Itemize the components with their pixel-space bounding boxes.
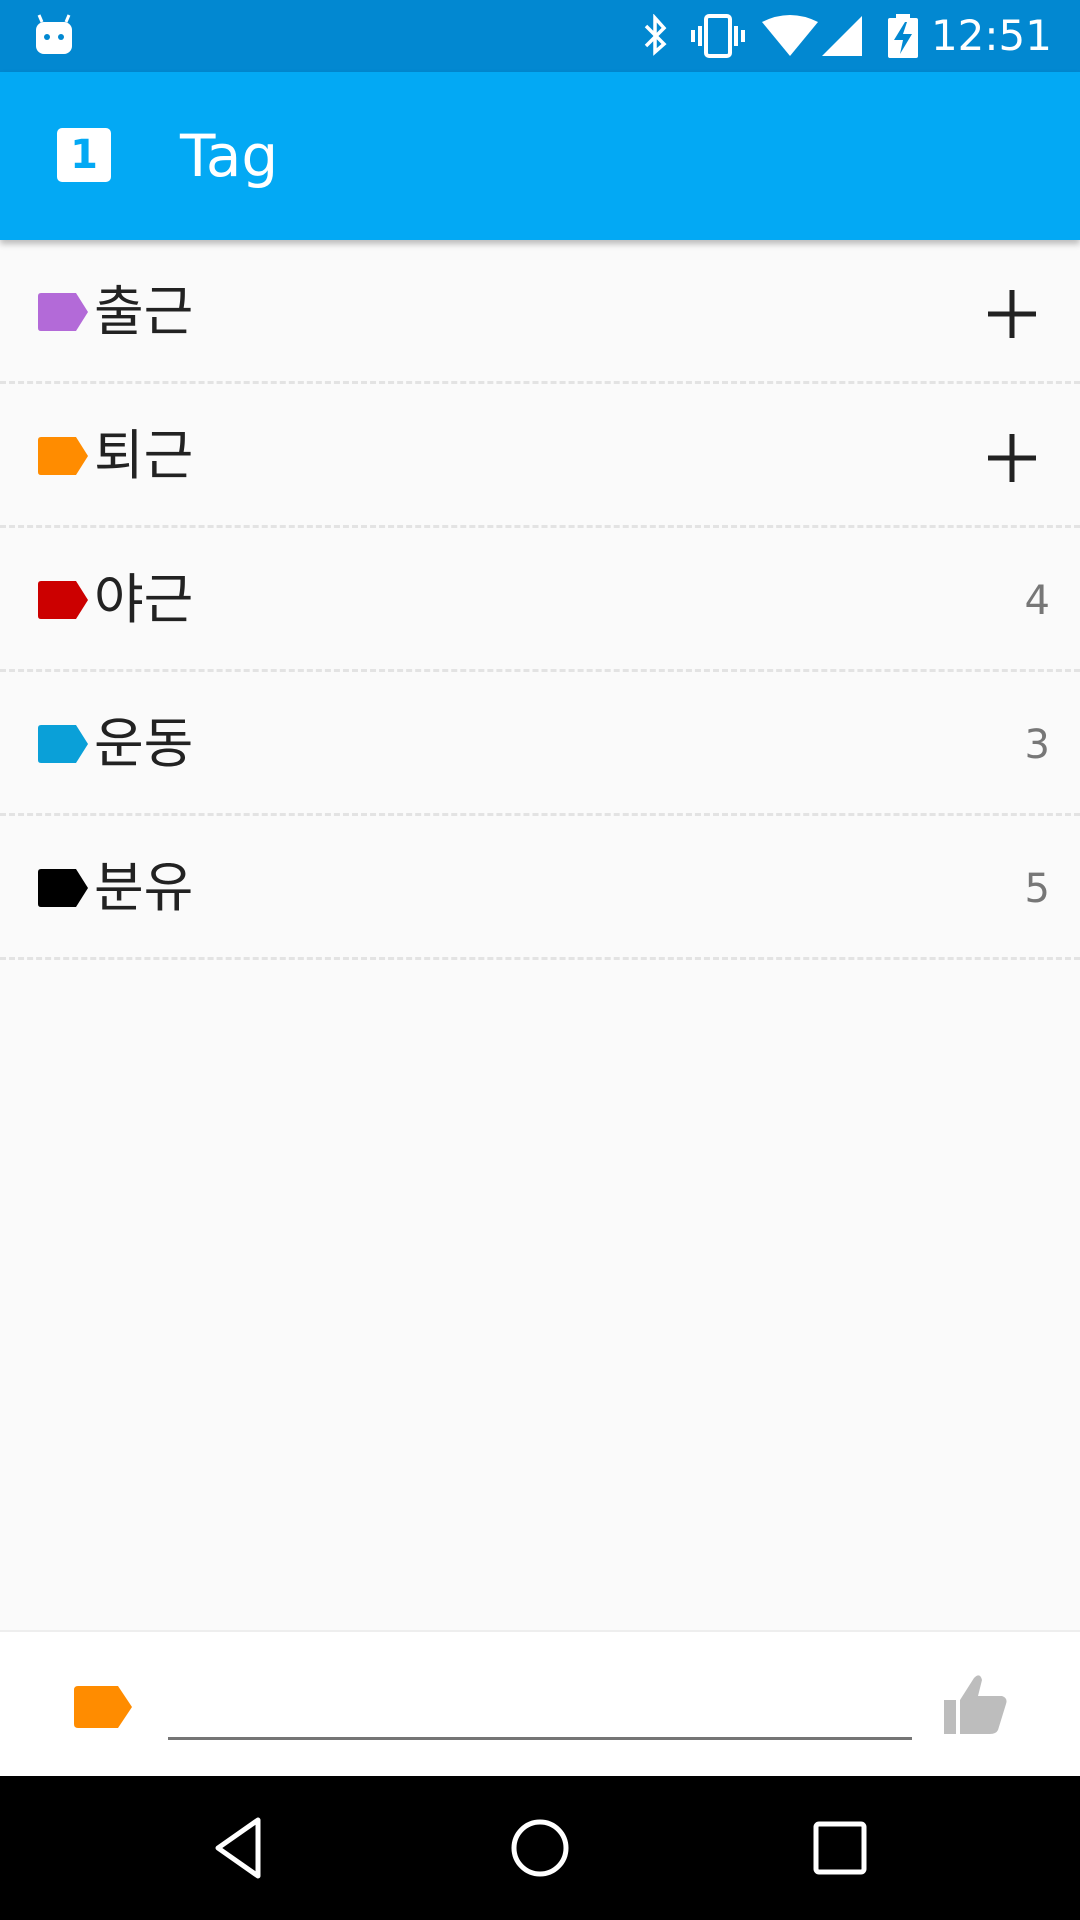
home-icon[interactable] (504, 1812, 576, 1884)
tag-icon (38, 725, 88, 763)
tag-icon (38, 581, 88, 619)
tag-row[interactable]: 분유 5 (0, 816, 1080, 960)
tag-row[interactable]: 운동 3 (0, 672, 1080, 816)
signal-icon (822, 16, 862, 56)
system-nav-bar (0, 1776, 1080, 1920)
battery-charging-icon (888, 14, 918, 58)
vibrate-icon (691, 14, 745, 58)
tag-list: 출근 퇴근 야근 4 운동 3 분유 5 (0, 240, 1080, 960)
back-icon[interactable] (204, 1812, 276, 1884)
status-clock: 12:51 (930, 11, 1052, 60)
page-title: Tag (180, 122, 279, 190)
tag-icon (38, 437, 88, 475)
tag-name: 운동 (94, 712, 194, 775)
tag-count: 4 (1024, 578, 1050, 624)
tag-count: 3 (1024, 722, 1050, 768)
tag-row[interactable]: 퇴근 (0, 384, 1080, 528)
tag-icon (38, 293, 88, 331)
tag-color-picker-icon[interactable] (74, 1686, 132, 1728)
add-icon[interactable] (982, 428, 1042, 488)
tag-name-input[interactable] (168, 1666, 912, 1740)
tag-name: 야근 (94, 568, 194, 631)
tag-name: 출근 (94, 280, 194, 343)
notification-bot-icon (36, 14, 72, 54)
thumbs-up-icon[interactable] (940, 1670, 1010, 1740)
tag-input-bar (0, 1630, 1080, 1776)
app-bar: 1 Tag (0, 72, 1080, 240)
tag-name: 퇴근 (94, 424, 194, 487)
tag-count: 5 (1024, 866, 1050, 912)
recents-icon[interactable] (804, 1812, 876, 1884)
tag-name: 분유 (94, 856, 194, 919)
tag-row[interactable]: 야근 4 (0, 528, 1080, 672)
add-icon[interactable] (982, 284, 1042, 344)
status-bar: 12:51 (0, 0, 1080, 72)
bluetooth-icon (644, 14, 667, 56)
tag-row[interactable]: 출근 (0, 240, 1080, 384)
app-logo-icon: 1 (57, 128, 111, 182)
wifi-icon (762, 15, 818, 56)
tag-icon (38, 869, 88, 907)
